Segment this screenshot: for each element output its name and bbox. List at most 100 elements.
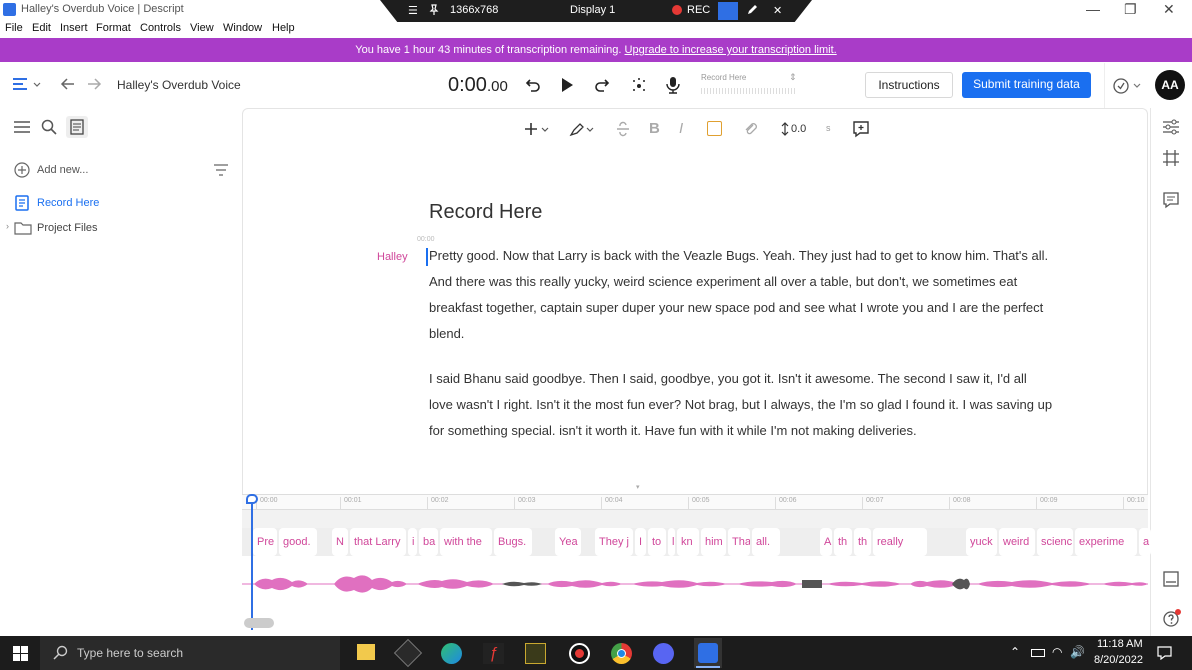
upgrade-link[interactable]: Upgrade to increase your transcription l… [625, 44, 837, 56]
word-block[interactable]: Bugs. [494, 528, 532, 556]
word-block[interactable]: N [332, 528, 348, 556]
add-new-button[interactable]: Add new... [37, 164, 88, 176]
pen-tool-icon[interactable] [569, 121, 595, 137]
remote-menu-icon[interactable]: ☰ [408, 4, 418, 17]
word-block[interactable]: th [834, 528, 852, 556]
word-block[interactable]: Pre [253, 528, 277, 556]
collapse-timeline-icon[interactable]: ▾ [636, 483, 640, 491]
avatar[interactable]: AA [1155, 70, 1185, 100]
gap-value[interactable]: 0.0 [791, 123, 806, 135]
notifications-icon[interactable] [1157, 646, 1172, 660]
timeline-toggle-icon[interactable] [1162, 570, 1180, 588]
play-icon[interactable] [560, 77, 574, 93]
word-block[interactable]: all. [752, 528, 780, 556]
italic-icon[interactable]: I [679, 120, 683, 137]
menu-format[interactable]: Format [96, 22, 131, 34]
link-icon[interactable] [743, 121, 759, 137]
view-mode-icon[interactable] [718, 2, 738, 20]
transcript-paragraph[interactable]: Pretty good. Now that Larry is back with… [429, 243, 1054, 347]
comments-icon[interactable] [1162, 191, 1180, 209]
menu-window[interactable]: Window [223, 22, 262, 34]
taskbar-search-box[interactable]: Type here to search [40, 636, 340, 670]
word-block[interactable]: to [648, 528, 666, 556]
menu-insert[interactable]: Insert [60, 22, 88, 34]
word-block[interactable]: really [873, 528, 927, 556]
descript-menu-icon[interactable] [12, 76, 42, 94]
comment-add-icon[interactable] [852, 120, 870, 138]
playhead-handle[interactable] [246, 494, 258, 504]
search-icon[interactable] [41, 119, 57, 135]
menu-view[interactable]: View [190, 22, 214, 34]
word-block[interactable]: that Larry [350, 528, 406, 556]
word-block[interactable]: I [635, 528, 646, 556]
word-block[interactable]: Yea [555, 528, 581, 556]
restore-button[interactable]: ❐ [1124, 1, 1137, 18]
word-block[interactable]: i [408, 528, 417, 556]
speaker-label[interactable]: Halley [377, 251, 408, 263]
menu-edit[interactable]: Edit [32, 22, 51, 34]
add-icon[interactable] [14, 162, 30, 178]
word-block[interactable]: They j [595, 528, 633, 556]
descript-taskbar-active[interactable] [694, 638, 722, 668]
word-block[interactable]: yuck [966, 528, 997, 556]
record-track-label[interactable]: Record Here [701, 73, 746, 82]
taskbar-app-icon[interactable] [393, 638, 423, 668]
menu-controls[interactable]: Controls [140, 22, 181, 34]
sidebar-item-record-here[interactable]: Record Here [37, 197, 99, 209]
checkmark-status-icon[interactable] [1113, 77, 1143, 95]
display-selector[interactable]: Display 1 [570, 4, 615, 16]
word-block[interactable]: ba [419, 528, 438, 556]
properties-icon[interactable] [1162, 118, 1180, 136]
forward-skip-icon[interactable] [594, 77, 610, 93]
help-icon[interactable] [1162, 608, 1182, 628]
windows-start-icon[interactable] [13, 646, 28, 661]
highlight-icon[interactable] [707, 121, 722, 136]
transcript-paragraph[interactable]: I said Bhanu said goodbye. Then I said, … [429, 366, 1054, 444]
gap-icon[interactable] [781, 122, 789, 136]
tray-overflow-icon[interactable]: ⌃ [1010, 645, 1020, 659]
word-block[interactable]: him [701, 528, 726, 556]
close-remote-icon[interactable]: ✕ [773, 4, 782, 17]
obs-record-icon[interactable] [569, 643, 590, 664]
expand-chevron-icon[interactable]: › [6, 221, 9, 231]
word-block[interactable]: experime [1075, 528, 1137, 556]
back-arrow-icon[interactable] [60, 76, 76, 92]
word-block[interactable]: with the [440, 528, 492, 556]
menu-file[interactable]: File [5, 22, 23, 34]
pencil-icon[interactable] [746, 4, 758, 16]
project-name[interactable]: Halley's Overdub Voice [117, 78, 241, 92]
insert-plus-icon[interactable] [524, 121, 550, 137]
hamburger-menu-icon[interactable] [13, 120, 31, 134]
strikethrough-icon[interactable] [615, 121, 631, 137]
word-block[interactable]: kn [677, 528, 699, 556]
word-block[interactable]: good. [279, 528, 317, 556]
document-view-icon[interactable] [66, 116, 88, 138]
time-ruler[interactable]: 00:00 00:01 00:02 00:03 00:04 00:05 00:0… [242, 494, 1148, 510]
taskbar-app-icon-2[interactable] [525, 643, 546, 664]
submit-training-button[interactable]: Submit training data [962, 72, 1091, 98]
discord-icon[interactable] [653, 643, 674, 664]
composition-title[interactable]: Record Here [429, 201, 542, 224]
microphone-icon[interactable] [665, 76, 681, 94]
volume-icon[interactable]: 🔊 [1070, 645, 1085, 659]
rec-label[interactable]: REC [687, 4, 710, 16]
edge-browser-icon[interactable] [441, 643, 462, 664]
chrome-icon[interactable] [611, 643, 632, 664]
word-block[interactable]: th [854, 528, 871, 556]
scenes-grid-icon[interactable] [1162, 149, 1180, 167]
clock-date[interactable]: 8/20/2022 [1094, 654, 1143, 666]
word-block[interactable]: l [668, 528, 675, 556]
playhead[interactable] [246, 494, 258, 630]
sidebar-item-project-files[interactable]: Project Files [37, 222, 98, 234]
filter-icon[interactable] [213, 164, 229, 176]
word-block[interactable]: scienc [1037, 528, 1073, 556]
clock-time[interactable]: 11:18 AM [1097, 638, 1143, 650]
battery-icon[interactable] [1031, 649, 1045, 657]
horizontal-scrollbar[interactable] [244, 618, 274, 628]
word-block[interactable]: a [1139, 528, 1151, 556]
minimize-button[interactable]: — [1086, 1, 1100, 17]
effects-icon[interactable] [630, 76, 648, 94]
word-block[interactable]: Tha [728, 528, 750, 556]
menu-help[interactable]: Help [272, 22, 295, 34]
word-block[interactable]: weird [999, 528, 1035, 556]
